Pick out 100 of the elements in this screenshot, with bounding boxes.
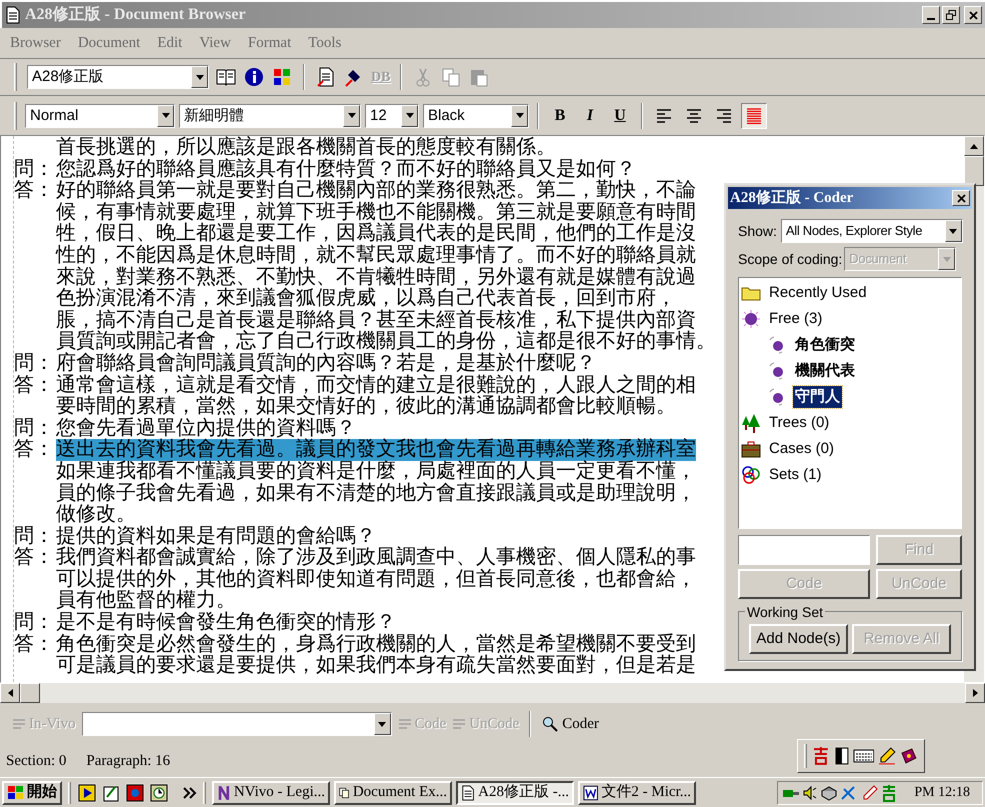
tree-item[interactable]: 角色衝突	[793, 334, 857, 356]
menu-item[interactable]: Format	[248, 32, 292, 54]
folder-icon	[741, 285, 761, 301]
document-icon	[5, 6, 21, 24]
coder-button[interactable]: Coder	[541, 712, 599, 736]
caret-icon	[942, 256, 951, 262]
document-line: 我們資料都會誠實給，除了涉及到政風調查中、人事機密、個人隱私的事	[56, 547, 696, 568]
grid-icon[interactable]	[271, 66, 293, 88]
document-line: 首長挑選的，所以應該是跟各機關首長的態度較有關係。	[56, 137, 556, 158]
taskbar-button[interactable]: NVivo - Legi...	[212, 780, 330, 804]
scroll-thumb[interactable]	[20, 683, 40, 703]
document-line: 員質詢或開記者會，忘了自己行政機關員工的身份，這都是很不好的事情。	[56, 331, 716, 352]
keyboard-icon[interactable]	[852, 748, 874, 764]
document-line: 來說，對業務不熟悉、不勤快、不肯犧牲時間，另外還有就是媒體有說過	[56, 266, 696, 288]
speaker-label: 答：	[14, 439, 54, 461]
start-button[interactable]: 開始	[2, 780, 62, 804]
menu-item[interactable]: Browser	[10, 32, 61, 54]
speaker-icon[interactable]	[802, 784, 818, 800]
scope-label: Scope of coding:	[738, 250, 842, 269]
tree-item[interactable]: Recently Used	[767, 282, 869, 304]
horizontal-scrollbar[interactable]	[0, 683, 985, 703]
dropdown-button[interactable]	[157, 104, 174, 126]
menu-item[interactable]: Edit	[157, 32, 182, 54]
menu-item[interactable]: Tools	[308, 32, 342, 54]
disk-icon[interactable]	[820, 784, 838, 800]
working-set-button[interactable]: Add Node(s)	[749, 624, 848, 654]
info-icon[interactable]	[243, 66, 265, 88]
node-icon	[741, 310, 761, 328]
restore-icon	[946, 10, 956, 20]
document-line: 可是議員的要求還是要提供，如果我們本身有疏失當然要面對，但是若是	[56, 655, 696, 677]
speaker-label: 答：	[14, 374, 54, 396]
restore-button[interactable]	[942, 6, 960, 24]
pen-icon[interactable]	[878, 747, 896, 765]
colour-dropdown[interactable]: Black	[423, 104, 529, 128]
magnifier-icon	[541, 716, 560, 732]
document-line: 色扮演混淆不清，來到議會狐假虎威，以爲自己代表首長，回到市府，	[56, 288, 676, 310]
word-icon	[583, 784, 598, 800]
project-dropdown[interactable]: A28修正版	[27, 65, 209, 89]
document-line: 牲，假日、晚上都還是要工作，因爲議員代表的是民間，他們的工作是沒	[56, 223, 696, 244]
speaker-label: 問：	[14, 526, 54, 547]
window-title: A28修正版 - Document Browser	[25, 4, 246, 25]
italic-button[interactable]: I	[577, 102, 603, 128]
speaker-label: 問：	[14, 158, 54, 180]
lines-icon	[12, 718, 26, 730]
clock-icon[interactable]	[149, 782, 169, 802]
dropdown-button[interactable]	[343, 104, 360, 126]
document-line: 通常會這樣，這就是看交情，而交情的建立是很難說的，人跟人之間的相	[56, 374, 696, 396]
dropdown-button[interactable]	[191, 66, 208, 88]
dropdown-button[interactable]	[374, 713, 391, 735]
media-icon[interactable]	[77, 782, 97, 802]
document-line: 提供的資料如果是有問題的會給嗎？	[56, 526, 376, 547]
lines-icon	[452, 718, 466, 730]
caret-icon	[516, 113, 524, 118]
bold-button[interactable]: B	[547, 102, 573, 128]
half-width-icon[interactable]	[834, 747, 849, 765]
right-arrow-icon	[972, 689, 978, 697]
status-paragraph: Paragraph: 16	[86, 752, 170, 771]
tree-item[interactable]: Sets (1)	[767, 464, 824, 486]
presentation-icon[interactable]	[125, 782, 145, 802]
taskbar-button[interactable]: 文件2 - Micr...	[578, 780, 696, 804]
style-dropdown[interactable]: Normal	[25, 104, 175, 128]
menu-item[interactable]: Document	[78, 32, 140, 54]
show-dropdown[interactable]: All Nodes, Explorer Style	[780, 219, 963, 243]
document-line: 您認爲好的聯絡員應該具有什麼特質？而不好的聯絡員又是如何？	[56, 158, 636, 180]
underline-button[interactable]: U	[607, 102, 633, 128]
text-color-button[interactable]	[741, 102, 767, 128]
document-line: 性的，不能因爲是休息時間，就不幫民眾處理事情了。而不好的聯絡員就	[56, 244, 696, 266]
left-arrow-icon	[8, 689, 12, 697]
caret-icon	[196, 74, 204, 80]
size-dropdown[interactable]: 12	[365, 104, 419, 128]
close-button[interactable]	[964, 6, 982, 24]
clock: PM 12:18	[914, 784, 970, 802]
document-line: 角色衝突是必然會發生的，身爲行政機關的人，當然是希望機關不要受到	[56, 634, 696, 655]
status-section: Section: 0	[6, 750, 66, 772]
tree-item[interactable]: 守門人	[793, 386, 842, 408]
briefcase-icon	[741, 440, 761, 458]
taskbar-button[interactable]: A28修正版 -...	[456, 780, 574, 804]
taskbar-button[interactable]: Document Ex...	[334, 780, 452, 804]
dropdown-button[interactable]	[401, 104, 418, 126]
minimize-icon	[927, 18, 935, 20]
caret-icon	[949, 228, 958, 234]
menu-item[interactable]: View	[199, 32, 231, 54]
tree-item[interactable]: Cases (0)	[767, 438, 836, 460]
font-dropdown[interactable]: 新細明體	[179, 104, 361, 128]
document-line: 要時間的累積，當然，如果交情好的，彼此的溝通協調都會比較順暢。	[56, 396, 676, 418]
find-input[interactable]	[738, 535, 870, 565]
coding-node-dropdown[interactable]	[82, 712, 392, 736]
chevron-icon[interactable]	[183, 786, 197, 798]
tree-item[interactable]: Trees (0)	[767, 412, 832, 434]
tree-item[interactable]: 機關代表	[793, 360, 857, 382]
minimize-button[interactable]	[922, 6, 940, 24]
dropdown-button[interactable]	[511, 104, 528, 126]
document-line: 可以提供的外，其他的資料即使知道有問題，但首長同意後，也都會給，	[56, 568, 696, 590]
tree-item[interactable]: Free (3)	[767, 308, 824, 330]
scroll-thumb[interactable]	[964, 156, 984, 186]
document-line: 您會先看過單位內提供的資料嗎？	[56, 418, 356, 439]
document-line: 是不是有時候會發生角色衝突的情形？	[56, 612, 396, 634]
dropdown-button[interactable]	[944, 220, 962, 242]
close-button[interactable]	[952, 190, 970, 206]
document-line: 府會聯絡員會詢問議員質詢的內容嗎？若是，是基於什麼呢？	[56, 352, 596, 374]
